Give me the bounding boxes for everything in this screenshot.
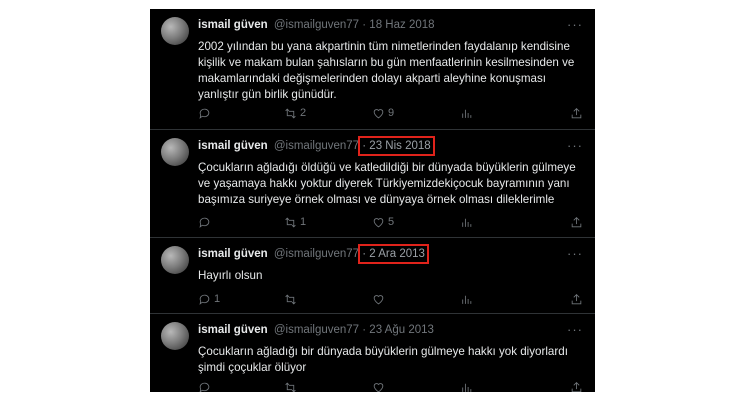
retweet-count: 2 (300, 107, 307, 119)
views-button[interactable] (460, 292, 473, 306)
retweet-icon (285, 108, 296, 118)
reply-button[interactable] (198, 380, 214, 392)
more-options-icon[interactable]: ··· (567, 246, 583, 261)
like-button[interactable]: 5 (372, 215, 394, 229)
retweet-button[interactable] (284, 380, 300, 392)
tweet-text: Çocukların ağladığı öldüğü ve katledildi… (198, 161, 576, 206)
like-button[interactable]: 9 (372, 106, 394, 120)
tweet-date[interactable]: · 2 Ara 2013 (358, 244, 429, 264)
reply-button[interactable] (198, 106, 214, 120)
tweet-text: Çocukların ağladığı bir dünyada büyükler… (198, 345, 568, 374)
bar-chart-icon (462, 218, 472, 227)
tweet-actions: 1 (198, 292, 583, 306)
share-icon (571, 293, 582, 304)
heart-icon (373, 382, 384, 392)
user-name[interactable]: ismail güven (198, 324, 268, 336)
share-button[interactable] (570, 215, 583, 229)
share-button[interactable] (570, 380, 583, 392)
tweet[interactable]: ismail güven @ismailguven77 · 23 Nis 201… (150, 130, 595, 238)
tweet-actions: 1 5 (198, 215, 583, 229)
share-icon (571, 381, 582, 392)
avatar[interactable] (161, 322, 189, 350)
user-name[interactable]: ismail güven (198, 248, 268, 260)
views-button[interactable] (460, 380, 473, 392)
more-options-icon[interactable]: ··· (567, 322, 583, 337)
user-handle[interactable]: @ismailguven77 (274, 140, 359, 152)
avatar[interactable] (161, 17, 189, 45)
tweet-date[interactable]: · 18 Haz 2018 (362, 19, 434, 31)
more-options-icon[interactable]: ··· (567, 17, 583, 32)
retweet-icon (285, 382, 296, 392)
user-handle[interactable]: @ismailguven77 (274, 248, 359, 260)
tweet-date[interactable]: · 23 Nis 2018 (358, 136, 435, 156)
reply-icon (199, 382, 210, 392)
user-name[interactable]: ismail güven (198, 140, 268, 152)
tweet-actions (198, 380, 583, 392)
bar-chart-icon (462, 109, 472, 118)
reply-button[interactable]: 1 (198, 292, 220, 306)
tweet-header: ismail güven @ismailguven77 · 18 Haz 201… (198, 19, 585, 35)
tweet-feed: ismail güven @ismailguven77 · 18 Haz 201… (150, 9, 595, 392)
tweet-header: ismail güven @ismailguven77 · 23 Ağu 201… (198, 324, 585, 340)
share-button[interactable] (570, 106, 583, 120)
reply-count: 1 (214, 293, 221, 305)
like-count: 9 (388, 107, 395, 119)
user-name[interactable]: ismail güven (198, 19, 268, 31)
tweet-date[interactable]: · 23 Ağu 2013 (362, 324, 434, 336)
heart-icon (373, 217, 384, 227)
retweet-icon (285, 294, 296, 304)
like-count: 5 (388, 216, 395, 228)
user-handle[interactable]: @ismailguven77 (274, 324, 359, 336)
bar-chart-icon (462, 383, 472, 392)
retweet-button[interactable] (284, 292, 300, 306)
share-icon (571, 107, 582, 118)
bar-chart-icon (462, 295, 472, 304)
retweet-count: 1 (300, 216, 307, 228)
like-button[interactable] (372, 292, 388, 306)
tweet[interactable]: ismail güven @ismailguven77 · 18 Haz 201… (150, 9, 595, 130)
heart-icon (373, 108, 384, 118)
views-button[interactable] (460, 106, 473, 120)
tweet-actions: 2 9 (198, 106, 583, 120)
more-options-icon[interactable]: ··· (567, 138, 583, 153)
reply-icon (199, 108, 210, 119)
user-handle[interactable]: @ismailguven77 (274, 19, 359, 31)
reply-icon (199, 217, 210, 228)
tweet-text: Hayırlı olsun (198, 269, 263, 282)
share-icon (571, 216, 582, 227)
tweet-header: ismail güven @ismailguven77 · 23 Nis 201… (198, 136, 585, 156)
share-button[interactable] (570, 292, 583, 306)
like-button[interactable] (372, 380, 388, 392)
tweet[interactable]: ismail güven @ismailguven77 · 23 Ağu 201… (150, 314, 595, 392)
tweet[interactable]: ismail güven @ismailguven77 · 2 Ara 2013… (150, 238, 595, 314)
avatar[interactable] (161, 138, 189, 166)
tweet-text: 2002 yılından bu yana akpartinin tüm nim… (198, 40, 575, 101)
avatar[interactable] (161, 246, 189, 274)
views-button[interactable] (460, 215, 473, 229)
retweet-button[interactable]: 1 (284, 215, 306, 229)
reply-icon (199, 294, 210, 305)
heart-icon (373, 294, 384, 304)
tweet-header: ismail güven @ismailguven77 · 2 Ara 2013 (198, 244, 585, 264)
retweet-icon (285, 217, 296, 227)
reply-button[interactable] (198, 215, 214, 229)
retweet-button[interactable]: 2 (284, 106, 306, 120)
